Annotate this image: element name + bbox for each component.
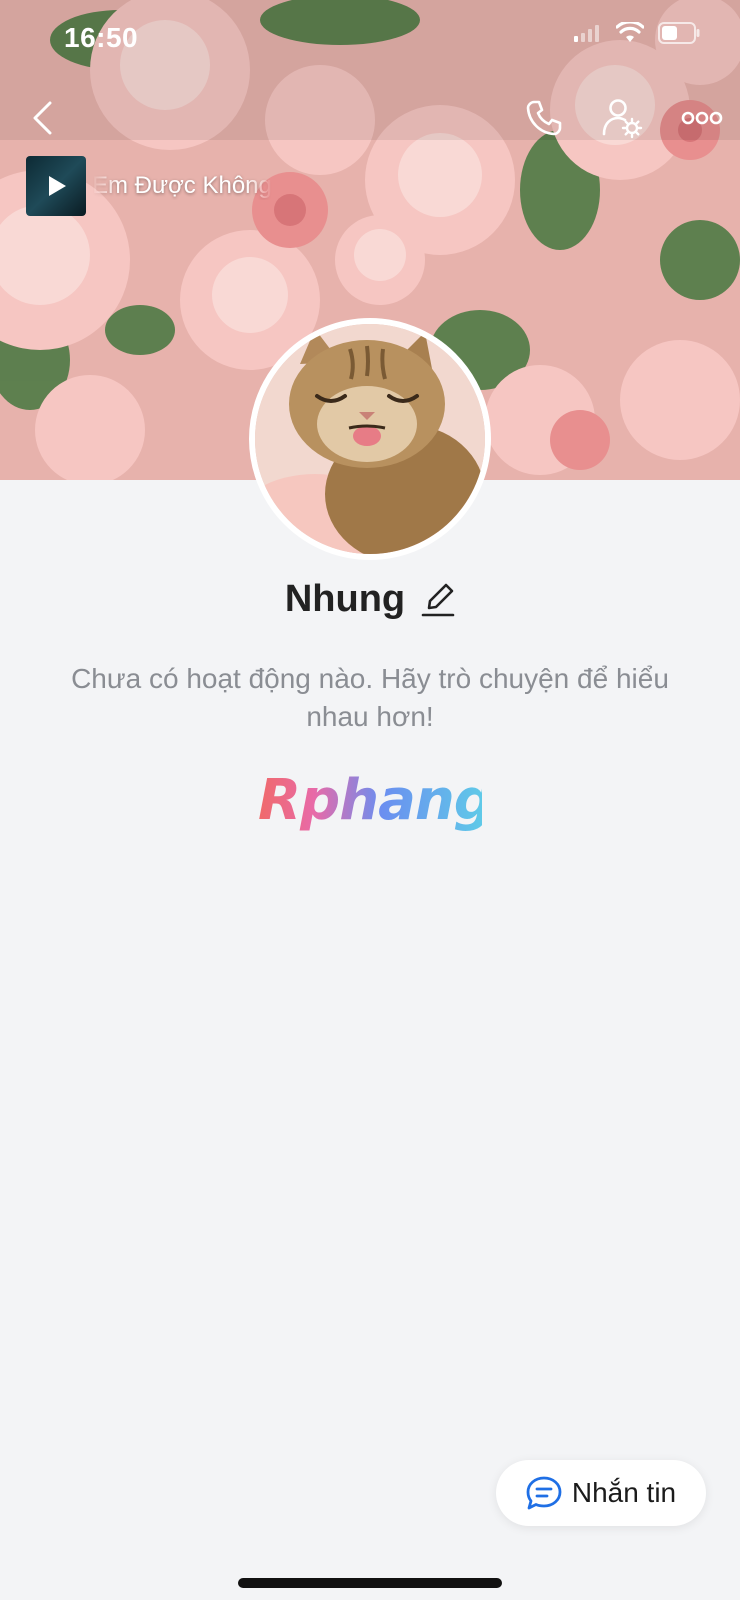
cellular-signal-icon — [574, 25, 599, 42]
music-cover — [26, 156, 86, 216]
battery-icon — [658, 22, 700, 44]
back-button[interactable] — [14, 90, 70, 146]
cat-avatar-image — [255, 324, 485, 554]
more-button[interactable] — [674, 90, 730, 146]
user-settings-button[interactable] — [594, 90, 650, 146]
chevron-left-icon — [33, 101, 52, 135]
status-time: 16:50 — [64, 22, 139, 53]
play-icon — [49, 176, 66, 196]
edit-name-icon[interactable] — [421, 582, 455, 618]
profile-music[interactable]: Em Được Không — [26, 156, 278, 216]
user-gear-icon — [602, 99, 643, 139]
phone-icon — [526, 100, 562, 136]
send-message-label: Nhắn tin — [571, 1477, 677, 1508]
watermark-logo: Rphang — [258, 768, 494, 833]
profile-name: Nhung — [284, 578, 406, 620]
music-title: Em Được Không — [92, 172, 272, 199]
call-button[interactable] — [516, 90, 572, 146]
avatar[interactable] — [249, 318, 491, 560]
empty-activity-message: Chưa có hoạt động nào. Hãy trò chuyện để… — [71, 663, 669, 732]
send-message-button[interactable]: Nhắn tin — [496, 1460, 706, 1526]
home-indicator[interactable] — [238, 1578, 502, 1588]
wifi-icon — [616, 22, 644, 42]
name-row: Nhung — [0, 578, 740, 621]
chat-bubble-icon — [526, 1476, 562, 1510]
more-icon — [681, 111, 723, 125]
status-icons — [574, 22, 700, 44]
